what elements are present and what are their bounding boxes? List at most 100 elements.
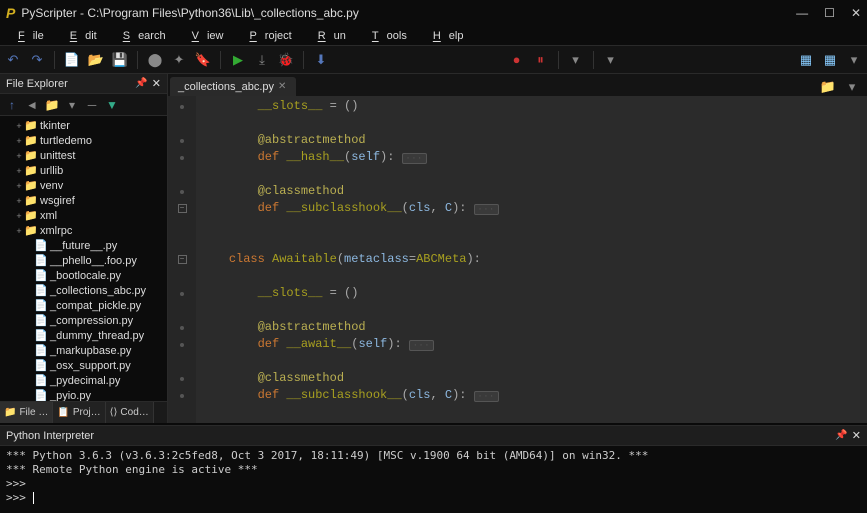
code-line[interactable]: @abstractmethod (200, 132, 578, 149)
tree-file[interactable]: 📄_collections_abc.py (0, 283, 167, 298)
close-window-button[interactable]: ✕ (851, 6, 861, 20)
tab-folder-icon[interactable]: 📁 (819, 78, 837, 96)
expand-icon[interactable]: + (14, 121, 24, 131)
expand-icon[interactable]: + (14, 166, 24, 176)
tree-file[interactable]: 📄_pydecimal.py (0, 373, 167, 388)
tree-folder[interactable]: +📁unittest (0, 148, 167, 163)
gutter-row[interactable] (168, 234, 196, 251)
menu-help[interactable]: Help (417, 28, 472, 44)
code-line[interactable] (200, 234, 578, 251)
pin-icon[interactable]: 📌 (835, 430, 847, 441)
bookmark-icon[interactable]: 🔖 (194, 51, 212, 69)
tree-file[interactable]: 📄_compression.py (0, 313, 167, 328)
tree-folder[interactable]: +📁wsgiref (0, 193, 167, 208)
gutter-row[interactable]: − (168, 200, 196, 217)
dropdown-icon[interactable]: ▾ (64, 97, 80, 113)
tree-file[interactable]: 📄_markupbase.py (0, 343, 167, 358)
new-file-icon[interactable]: 📄 (63, 51, 81, 69)
expand-icon[interactable]: + (14, 136, 24, 146)
tree-file[interactable]: 📄_compat_pickle.py (0, 298, 167, 313)
expand-icon[interactable]: + (14, 226, 24, 236)
gutter-row[interactable] (168, 132, 196, 149)
up-level-icon[interactable]: ↑ (4, 97, 20, 113)
sidebar-tab[interactable]: ⟨⟩Cod… (106, 402, 154, 423)
fold-icon[interactable]: − (178, 204, 187, 213)
breakpoint-marker-icon[interactable] (180, 105, 184, 109)
code-line[interactable]: def __subclasshook__(cls, C): ··· (200, 200, 578, 217)
tree-file[interactable]: 📄_bootlocale.py (0, 268, 167, 283)
code-body[interactable]: __slots__ = () @abstractmethod def __has… (196, 96, 578, 423)
gutter-row[interactable] (168, 183, 196, 200)
menu-project[interactable]: Project (233, 28, 299, 44)
file-tree[interactable]: +📁tkinter+📁turtledemo+📁unittest+📁urllib+… (0, 116, 167, 401)
code-line[interactable]: def __hash__(self): ··· (200, 149, 578, 166)
expand-icon[interactable]: + (14, 181, 24, 191)
gutter[interactable]: −−−− (168, 96, 196, 423)
tree-file[interactable]: 📄__phello__.foo.py (0, 253, 167, 268)
code-line[interactable]: class Awaitable(metaclass=ABCMeta): (200, 251, 578, 268)
breakpoint-marker-icon[interactable] (180, 139, 184, 143)
gutter-row[interactable] (168, 336, 196, 353)
close-panel-icon[interactable]: ✕ (152, 77, 161, 90)
close-panel-icon[interactable]: ✕ (852, 429, 861, 442)
line-icon[interactable]: ─ (84, 97, 100, 113)
breakpoint-marker-icon[interactable] (180, 394, 184, 398)
menu-file[interactable]: File (2, 28, 52, 44)
layout1-icon[interactable]: ▦ (797, 51, 815, 69)
gutter-row[interactable] (168, 370, 196, 387)
menu-run[interactable]: Run (302, 28, 354, 44)
menu-edit[interactable]: Edit (54, 28, 105, 44)
dropdown-icon[interactable]: ▾ (567, 51, 585, 69)
gutter-row[interactable] (168, 319, 196, 336)
sidebar-tab[interactable]: 📋Proj… (53, 402, 105, 423)
step-icon[interactable]: ⤓ (253, 51, 271, 69)
menu-tools[interactable]: Tools (356, 28, 415, 44)
back-arrow-icon[interactable]: ↶ (4, 51, 22, 69)
download-icon[interactable]: ⬇ (312, 51, 330, 69)
gutter-row[interactable] (168, 285, 196, 302)
expand-icon[interactable]: + (14, 151, 24, 161)
tree-folder[interactable]: +📁turtledemo (0, 133, 167, 148)
code-line[interactable] (200, 166, 578, 183)
gutter-row[interactable] (168, 166, 196, 183)
sidebar-tab[interactable]: 📁File … (0, 402, 53, 423)
gutter-row[interactable] (168, 217, 196, 234)
code-line[interactable] (200, 268, 578, 285)
gutter-row[interactable] (168, 302, 196, 319)
code-line[interactable] (200, 115, 578, 132)
code-line[interactable]: def __await__(self): ··· (200, 336, 578, 353)
tree-folder[interactable]: +📁urllib (0, 163, 167, 178)
expand-icon[interactable]: + (14, 211, 24, 221)
tree-file[interactable]: 📄__future__.py (0, 238, 167, 253)
interpreter-output[interactable]: *** Python 3.6.3 (v3.6.3:2c5fed8, Oct 3 … (0, 446, 867, 513)
forward-arrow-icon[interactable]: ↷ (28, 51, 46, 69)
tree-file[interactable]: 📄_dummy_thread.py (0, 328, 167, 343)
gutter-row[interactable] (168, 115, 196, 132)
filter-icon[interactable]: ▼ (104, 97, 120, 113)
breakpoint-icon[interactable]: ⬤ (146, 51, 164, 69)
code-line[interactable] (200, 302, 578, 319)
close-tab-icon[interactable]: ✕ (278, 81, 286, 92)
gutter-row[interactable] (168, 268, 196, 285)
tab-dropdown-icon[interactable]: ▾ (843, 78, 861, 96)
folder-icon[interactable]: 📁 (44, 97, 60, 113)
code-line[interactable]: __slots__ = () (200, 285, 578, 302)
tree-folder[interactable]: +📁xml (0, 208, 167, 223)
code-line[interactable] (200, 404, 578, 421)
code-line[interactable]: __slots__ = () (200, 98, 578, 115)
breakpoint-marker-icon[interactable] (180, 343, 184, 347)
breakpoint-marker-icon[interactable] (180, 190, 184, 194)
arrow-left-icon[interactable]: ◄ (24, 97, 40, 113)
code-line[interactable] (200, 353, 578, 370)
maximize-button[interactable]: ☐ (824, 6, 835, 20)
open-file-icon[interactable]: 📂 (87, 51, 105, 69)
run-icon[interactable]: ▶ (229, 51, 247, 69)
tree-folder[interactable]: +📁venv (0, 178, 167, 193)
breakpoint-marker-icon[interactable] (180, 377, 184, 381)
editor-tab[interactable]: _collections_abc.py ✕ (170, 77, 296, 96)
gutter-row[interactable] (168, 353, 196, 370)
menu-view[interactable]: View (176, 28, 232, 44)
breakpoint-marker-icon[interactable] (180, 156, 184, 160)
code-editor[interactable]: −−−− __slots__ = () @abstractmethod def … (168, 96, 867, 423)
pause-icon[interactable]: ⏸ (532, 51, 550, 69)
